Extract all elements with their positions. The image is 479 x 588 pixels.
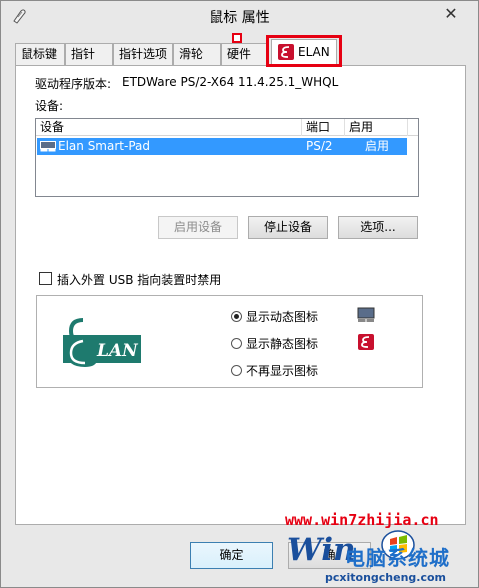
radio-hide-icon[interactable] [231,365,242,376]
device-list-header: 设备 端口 启用 [36,119,418,136]
column-port[interactable]: 端口 [302,119,345,136]
hide-icon-label: 不再显示图标 [246,364,319,378]
window-title: 鼠标 属性 [209,10,270,26]
driver-version-label: 驱动程序版本: [35,77,112,91]
ok-button[interactable]: 确定 [190,542,273,569]
usb-disable-checkbox[interactable] [39,272,52,285]
mouse-properties-window: 鼠标 属性 ✕ 鼠标键 指针 指针选项 滑轮 硬件 ELAN 驱动程序版本: E… [0,0,479,588]
watermark-logo: Win 电脑系统城 pcxitongcheng.com [283,528,478,588]
column-device[interactable]: 设备 [36,119,302,136]
stop-device-button[interactable]: 停止设备 [248,216,328,239]
device-list[interactable]: 设备 端口 启用 Elan Smart-Pad PS/2 启用 [35,118,419,197]
elan-settings-panel: 驱动程序版本: ETDWare PS/2-X64 11.4.25.1_WHQL … [15,65,466,525]
tab-buttons[interactable]: 鼠标键 [15,43,65,65]
elan-icon [278,44,294,60]
elan-logo: LAN [63,317,141,369]
device-row[interactable]: Elan Smart-Pad PS/2 启用 [37,138,407,155]
radio-show-static[interactable] [231,338,242,349]
watermark-url: www.win7zhijia.cn [285,511,439,529]
tab-elan[interactable]: ELAN [271,39,337,66]
devices-label: 设备: [35,99,64,113]
animated-touchpad-icon [357,307,375,322]
tab-hardware[interactable]: 硬件 [221,43,269,65]
radio-show-animated[interactable] [231,311,242,322]
options-button[interactable]: 选项... [338,216,418,239]
tab-wheel[interactable]: 滑轮 [173,43,221,65]
close-button[interactable]: ✕ [436,3,466,25]
tray-icon-group: LAN 显示动态图标 显示静态图标 不再显示图标 [36,295,423,388]
elan-static-icon [358,334,374,350]
tab-pointers[interactable]: 指针 [65,43,113,65]
touchpad-device-icon [40,141,56,152]
watermark-brand-cn: 电脑系统城 [345,546,450,570]
watermark-site: pcxitongcheng.com [325,571,447,584]
column-enabled[interactable]: 启用 [345,119,408,136]
show-animated-label: 显示动态图标 [246,310,319,324]
tab-pointer-options[interactable]: 指针选项 [113,43,173,65]
device-name: Elan Smart-Pad [58,139,150,153]
title-bar: 鼠标 属性 ✕ [1,1,478,31]
driver-version-value: ETDWare PS/2-X64 11.4.25.1_WHQL [122,75,339,89]
annotation-marker [232,33,242,43]
elan-logo-text: LAN [96,341,139,361]
device-port: PS/2 [306,139,333,153]
tab-elan-label: ELAN [298,45,330,59]
device-enabled: 启用 [365,139,390,153]
usb-disable-label: 插入外置 USB 指向装置时禁用 [57,273,222,287]
enable-device-button[interactable]: 启用设备 [158,216,238,239]
show-static-label: 显示静态图标 [246,337,319,351]
